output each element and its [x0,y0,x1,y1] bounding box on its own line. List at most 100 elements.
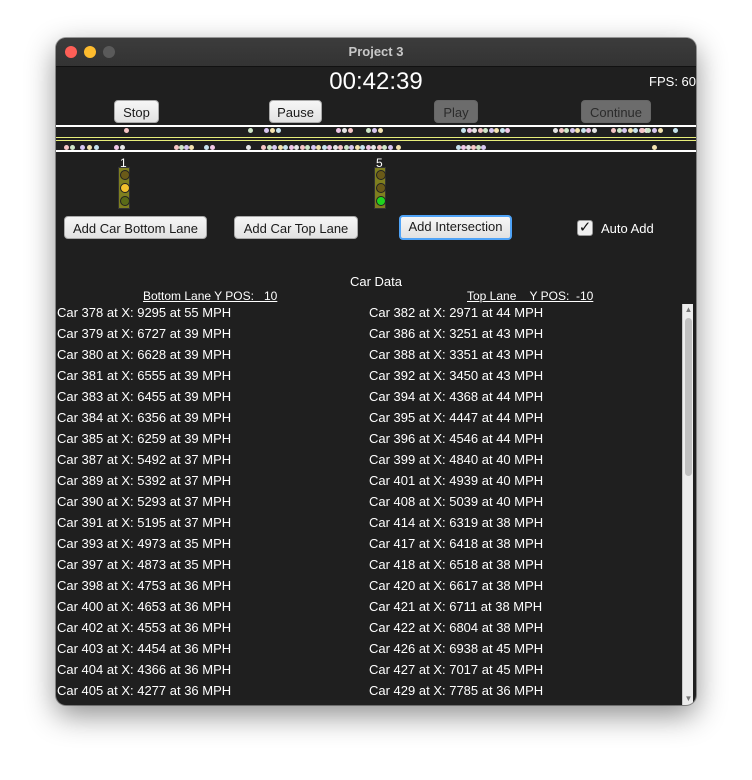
car-marker [622,128,627,133]
car-entry: Car 385 at X: 6259 at 39 MPH [57,431,232,446]
car-marker [483,128,488,133]
car-entry: Car 402 at X: 4553 at 36 MPH [57,620,232,635]
car-entry: Car 426 at X: 6938 at 45 MPH [369,641,544,656]
traffic-light-1 [118,167,130,209]
car-marker [189,145,194,150]
car-entry: Car 399 at X: 4840 at 40 MPH [369,452,544,467]
car-marker [499,128,505,133]
car-marker [310,145,316,150]
car-entry: Car 390 at X: 5293 at 37 MPH [57,494,232,509]
car-marker [640,128,645,133]
car-entry: Car 388 at X: 3351 at 43 MPH [369,347,544,362]
car-marker [564,128,569,133]
car-marker [264,128,269,133]
car-marker [114,145,119,150]
elapsed-clock: 00:42:39 [329,68,423,95]
car-marker [210,145,215,150]
car-marker [472,128,477,133]
car-marker [371,145,376,150]
car-marker [354,145,360,150]
car-entry: Car 429 at X: 7785 at 36 MPH [369,683,544,698]
car-marker [270,128,275,133]
car-marker [366,128,371,133]
car-marker [120,145,125,150]
car-marker [80,145,85,150]
car-marker [652,145,657,150]
car-marker [204,145,209,150]
car-marker [569,128,575,133]
car-marker [283,145,288,150]
car-marker [658,128,663,133]
car-marker [87,145,92,150]
red-lamp [120,170,130,180]
scroll-up-arrow-icon[interactable]: ▲ [684,305,693,315]
car-entry: Car 427 at X: 7017 at 45 MPH [369,662,544,677]
car-marker [305,145,310,150]
car-marker [70,145,75,150]
car-marker [288,145,294,150]
car-marker [277,145,283,150]
car-marker [294,145,299,150]
car-marker [261,145,266,150]
car-marker [575,128,580,133]
play-button[interactable]: Play [434,100,478,123]
road-bottom-edge [56,150,696,152]
car-data-title: Car Data [349,274,403,289]
car-marker [376,145,382,150]
car-entry: Car 392 at X: 3450 at 43 MPH [369,368,544,383]
car-entry: Car 422 at X: 6804 at 38 MPH [369,620,544,635]
scroll-down-arrow-icon[interactable]: ▼ [684,694,693,704]
fps-counter: FPS: 60 [649,74,696,89]
car-marker [387,145,393,150]
car-marker [611,128,616,133]
car-marker [372,128,377,133]
green-lamp [120,196,130,206]
car-entry: Car 417 at X: 6418 at 38 MPH [369,536,544,551]
auto-add-checkbox[interactable]: ✓ [577,220,593,236]
car-data-scrollbar[interactable]: ▲ ▼ [682,304,693,705]
top-lane-header: Top Lane Y POS: -10 [467,289,594,303]
yellow-lamp [376,183,386,193]
car-marker [646,128,651,133]
car-marker [382,145,387,150]
car-entry: Car 389 at X: 5392 at 37 MPH [57,473,232,488]
car-marker [477,128,483,133]
add-car-bottom-lane-button[interactable]: Add Car Bottom Lane [64,216,207,239]
traffic-light-5 [374,167,386,209]
car-marker [124,128,129,133]
car-entry: Car 386 at X: 3251 at 43 MPH [369,326,544,341]
window-title: Project 3 [348,44,404,59]
app-window: Project 3 00:42:39 FPS: 60 Stop Pause Pl… [56,38,696,705]
car-entry: Car 421 at X: 6711 at 38 MPH [369,599,543,614]
continue-button[interactable]: Continue [581,100,651,123]
car-entry: Car 382 at X: 2971 at 44 MPH [369,305,544,320]
car-marker [396,145,401,150]
car-entry: Car 418 at X: 6518 at 38 MPH [369,557,544,572]
car-entry: Car 393 at X: 4973 at 35 MPH [57,536,232,551]
car-marker [488,128,494,133]
car-marker [378,128,383,133]
add-intersection-button[interactable]: Add Intersection [399,215,512,240]
bottom-lane-car-list: Car 378 at X: 9295 at 55 MPH Car 379 at X… [57,302,231,701]
add-car-top-lane-button[interactable]: Add Car Top Lane [234,216,358,239]
car-marker [94,145,99,150]
car-marker [321,145,327,150]
car-marker [627,128,633,133]
car-marker [336,128,341,133]
car-entry: Car 380 at X: 6628 at 39 MPH [57,347,232,362]
scroll-thumb[interactable] [685,318,692,476]
car-entry: Car 414 at X: 6319 at 38 MPH [369,515,544,530]
car-marker [348,128,353,133]
car-entry: Car 395 at X: 4447 at 44 MPH [369,410,544,425]
car-marker [64,145,69,150]
car-entry: Car 401 at X: 4939 at 40 MPH [369,473,544,488]
car-entry: Car 384 at X: 6356 at 39 MPH [57,410,232,425]
car-marker [466,128,472,133]
car-entry: Car 378 at X: 9295 at 55 MPH [57,305,232,320]
pause-button[interactable]: Pause [269,100,322,123]
car-entry: Car 394 at X: 4368 at 44 MPH [369,389,544,404]
car-marker [272,145,277,150]
auto-add-label[interactable]: Auto Add [601,221,654,236]
car-marker [365,145,371,150]
stop-button[interactable]: Stop [114,100,159,123]
